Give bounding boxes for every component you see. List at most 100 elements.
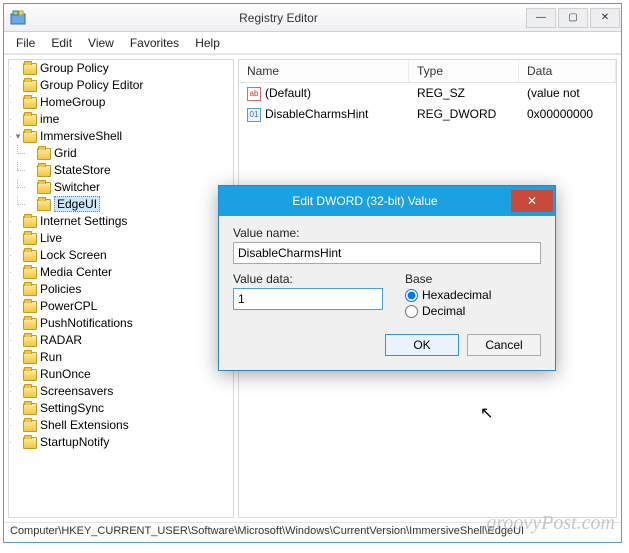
tree-item[interactable]: StateStore [27,162,233,179]
tree-item-label: PowerCPL [40,299,97,313]
status-bar: Computer\HKEY_CURRENT_USER\Software\Micr… [4,522,621,542]
window-buttons: ― ▢ ✕ [525,8,621,28]
tree-item[interactable]: Switcher [27,179,233,196]
tree-view[interactable]: Group Policy Group Policy Editor HomeGroup… [8,59,234,518]
tree-item[interactable]: Shell Extensions [13,417,233,434]
tree-item[interactable]: Lock Screen [13,247,233,264]
value-type: REG_SZ [409,85,519,102]
dialog-close-button[interactable]: ✕ [511,190,553,212]
value-data-input[interactable] [233,288,383,310]
tree-item[interactable]: StartupNotify [13,434,233,451]
titlebar: Registry Editor ― ▢ ✕ [4,4,621,32]
tree-item[interactable]: SettingSync [13,400,233,417]
folder-icon [23,233,37,245]
edit-dword-dialog: Edit DWORD (32-bit) Value ✕ Value name: … [218,185,556,371]
value-name: (Default) [265,86,311,100]
folder-icon [37,182,51,194]
tree-item[interactable]: HomeGroup [13,94,233,111]
value-type: REG_DWORD [409,106,519,123]
tree-item[interactable]: PowerCPL [13,298,233,315]
window-title: Registry Editor [32,11,525,25]
folder-icon [23,80,37,92]
tree-item-label: SettingSync [40,401,104,415]
folder-icon [23,352,37,364]
tree-item-label: HomeGroup [40,95,105,109]
tree-item[interactable]: ▾ ImmersiveShell Grid StateStore Switcher Edg… [13,128,233,213]
tree-item-label: Shell Extensions [40,418,129,432]
folder-icon [23,420,37,432]
tree-item[interactable]: Media Center [13,264,233,281]
tree-item-label: Live [40,231,62,245]
tree-item[interactable]: RunOnce [13,366,233,383]
header-data[interactable]: Data [519,60,616,82]
folder-icon [23,114,37,126]
minimize-button[interactable]: ― [526,8,556,28]
tree-item-label: RunOnce [40,367,91,381]
tree-item[interactable]: Screensavers [13,383,233,400]
tree-item-label: Internet Settings [40,214,127,228]
menu-favorites[interactable]: Favorites [124,34,185,52]
tree-item[interactable]: PushNotifications [13,315,233,332]
tree-item[interactable]: Grid [27,145,233,162]
tree-item-label: Grid [54,146,77,160]
folder-icon [23,369,37,381]
tree-item[interactable]: RADAR [13,332,233,349]
folder-icon [23,335,37,347]
header-name[interactable]: Name [239,60,409,82]
maximize-button[interactable]: ▢ [558,8,588,28]
tree-item-label: EdgeUI [54,196,100,212]
folder-icon [37,165,51,177]
tree-item[interactable]: Policies [13,281,233,298]
chevron-down-icon[interactable]: ▾ [13,128,23,145]
dword-value-icon: 01 [247,108,261,122]
tree-item[interactable]: Group Policy Editor [13,77,233,94]
list-header: Name Type Data [239,60,616,83]
tree-item[interactable]: Live [13,230,233,247]
value-name: DisableCharmsHint [265,107,368,121]
tree-item-label: Lock Screen [40,248,107,262]
list-row[interactable]: 01 DisableCharmsHint REG_DWORD0x00000000 [239,104,616,125]
radio-dec[interactable] [405,305,418,318]
dialog-title: Edit DWORD (32-bit) Value [219,194,511,208]
folder-icon [23,403,37,415]
tree-item[interactable]: Internet Settings [13,213,233,230]
cancel-button[interactable]: Cancel [467,334,541,356]
folder-icon [23,318,37,330]
close-button[interactable]: ✕ [590,8,620,28]
string-value-icon: ab [247,87,261,101]
folder-icon [23,131,37,143]
tree-item[interactable]: Run [13,349,233,366]
menu-edit[interactable]: Edit [45,34,78,52]
value-name-input[interactable] [233,242,541,264]
radio-hex[interactable] [405,289,418,302]
folder-icon [37,199,51,211]
menu-help[interactable]: Help [189,34,226,52]
ok-button[interactable]: OK [385,334,459,356]
tree-item[interactable]: EdgeUI [27,196,233,213]
tree-item-label: Group Policy Editor [40,78,143,92]
folder-icon [23,437,37,449]
folder-icon [23,63,37,75]
tree-item[interactable]: Group Policy [13,60,233,77]
base-label: Base [405,272,491,286]
list-row[interactable]: ab(Default)REG_SZ(value not [239,83,616,104]
tree-item-label: Policies [40,282,81,296]
header-type[interactable]: Type [409,60,519,82]
menu-file[interactable]: File [10,34,41,52]
value-data: 0x00000000 [519,106,616,123]
tree-item-label: Group Policy [40,61,109,75]
tree-item-label: ime [40,112,59,126]
tree-item-label: Switcher [54,180,100,194]
tree-item-label: ImmersiveShell [40,129,122,143]
folder-icon [23,216,37,228]
folder-icon [23,250,37,262]
tree-item[interactable]: ime [13,111,233,128]
tree-item-label: Run [40,350,62,364]
menu-view[interactable]: View [82,34,120,52]
folder-icon [23,267,37,279]
folder-icon [23,97,37,109]
value-name-label: Value name: [233,226,541,240]
value-data-label: Value data: [233,272,383,286]
menubar: File Edit View Favorites Help [4,32,621,54]
tree-item-label: StateStore [54,163,111,177]
